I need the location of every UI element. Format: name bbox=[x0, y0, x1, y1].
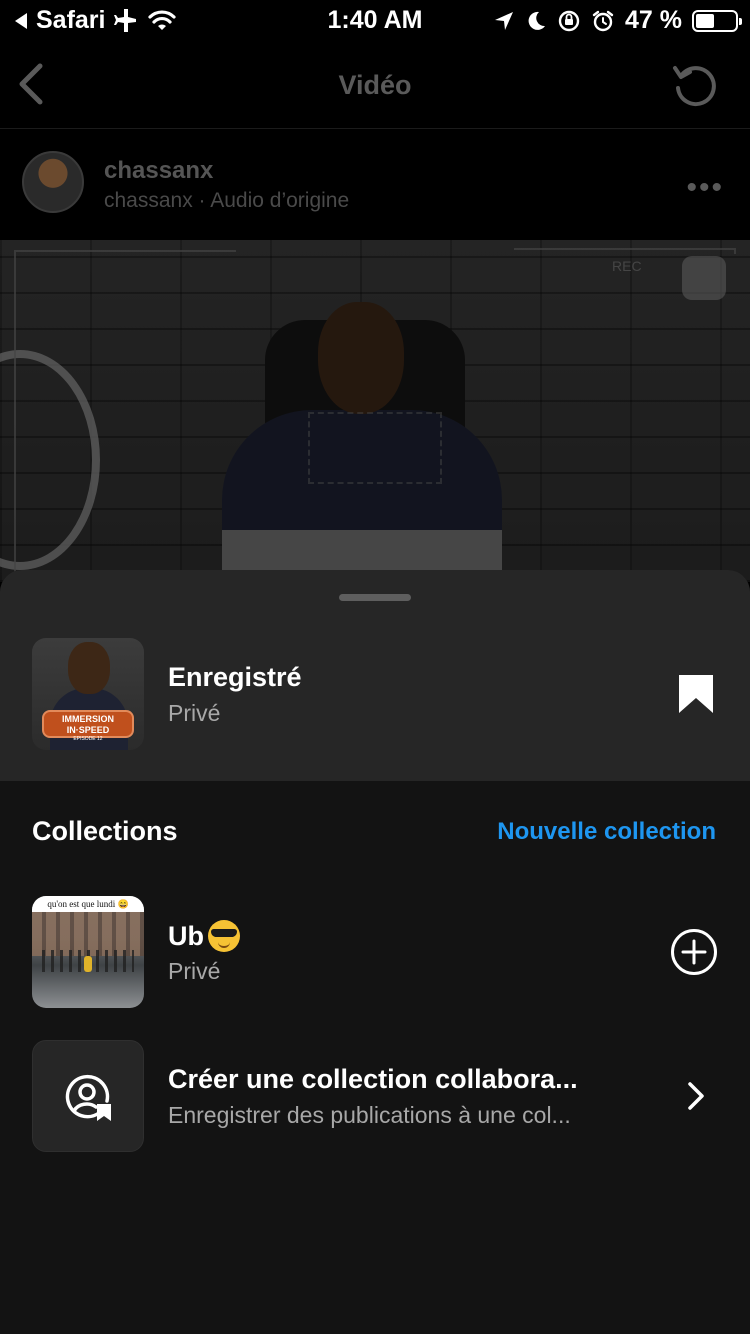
saved-thumb-person-head bbox=[68, 642, 110, 694]
video-dim-overlay bbox=[0, 240, 750, 582]
refresh-icon[interactable] bbox=[670, 60, 720, 110]
sunglasses-emoji-icon bbox=[208, 920, 240, 952]
airplane-icon bbox=[114, 8, 137, 32]
moon-icon bbox=[528, 11, 546, 30]
author-name[interactable]: chassanx bbox=[104, 157, 213, 185]
saved-thumb-banner-text: IMMERSION IN·SPEED bbox=[61, 714, 114, 735]
saved-thumb-episode: EPISODE 12 bbox=[73, 736, 103, 742]
back-arrow-icon bbox=[15, 12, 27, 29]
bookmark-icon[interactable] bbox=[678, 674, 714, 714]
collection-thumbnail[interactable]: qu'on est que lundi 😄 bbox=[32, 896, 144, 1008]
collection-thumb-caption: qu'on est que lundi 😄 bbox=[32, 896, 144, 912]
collection-privacy: Privé bbox=[168, 958, 221, 984]
video-page: Vidéo chassanx chassanx · Audio d’origin… bbox=[0, 42, 750, 582]
collab-collection-subtitle: Enregistrer des publications à une col..… bbox=[168, 1102, 571, 1128]
collab-collection-tile[interactable] bbox=[32, 1040, 144, 1152]
battery-icon bbox=[692, 9, 742, 32]
plus-circle-icon[interactable] bbox=[670, 928, 718, 976]
wifi-icon bbox=[148, 9, 177, 30]
nav-bar: Vidéo bbox=[0, 42, 750, 128]
status-bar: Safari 1:40 AM 47 % bbox=[0, 0, 750, 42]
location-icon bbox=[495, 11, 514, 30]
author-audio[interactable]: chassanx · Audio d’origine bbox=[104, 189, 349, 213]
collection-name: Ub bbox=[168, 920, 204, 951]
alarm-icon bbox=[592, 10, 614, 31]
battery-percent: 47 % bbox=[625, 6, 682, 34]
saved-thumb-banner: IMMERSION IN·SPEED EPISODE 12 bbox=[42, 710, 134, 742]
saved-title: Enregistré bbox=[168, 662, 302, 692]
status-left[interactable]: Safari bbox=[14, 6, 177, 35]
video-player[interactable]: REC bbox=[0, 240, 750, 582]
collection-title[interactable]: Ub bbox=[168, 920, 240, 952]
collab-collection-icon bbox=[65, 1074, 111, 1121]
page-title: Vidéo bbox=[338, 70, 412, 100]
saved-section: IMMERSION IN·SPEED EPISODE 12 Enregistré… bbox=[0, 570, 750, 781]
avatar[interactable] bbox=[22, 151, 84, 213]
rotation-lock-icon bbox=[558, 10, 580, 31]
collections-header: Collections bbox=[32, 816, 178, 846]
author-row: chassanx chassanx · Audio d’origine ••• bbox=[0, 129, 750, 237]
collection-thumb-bollard bbox=[84, 956, 92, 972]
back-app-label: Safari bbox=[36, 6, 106, 34]
collab-collection-title[interactable]: Créer une collection collabora... bbox=[168, 1064, 648, 1095]
battery-fill bbox=[696, 13, 714, 28]
more-options-icon[interactable]: ••• bbox=[686, 171, 724, 205]
saved-thumbnail: IMMERSION IN·SPEED EPISODE 12 bbox=[32, 638, 144, 750]
status-right: 47 % bbox=[493, 6, 742, 35]
save-sheet: IMMERSION IN·SPEED EPISODE 12 Enregistré… bbox=[0, 570, 750, 1334]
saved-privacy: Privé bbox=[168, 700, 221, 726]
new-collection-button[interactable]: Nouvelle collection bbox=[497, 818, 716, 846]
sheet-grabber[interactable] bbox=[339, 594, 411, 601]
chevron-right-icon[interactable] bbox=[682, 1080, 710, 1112]
